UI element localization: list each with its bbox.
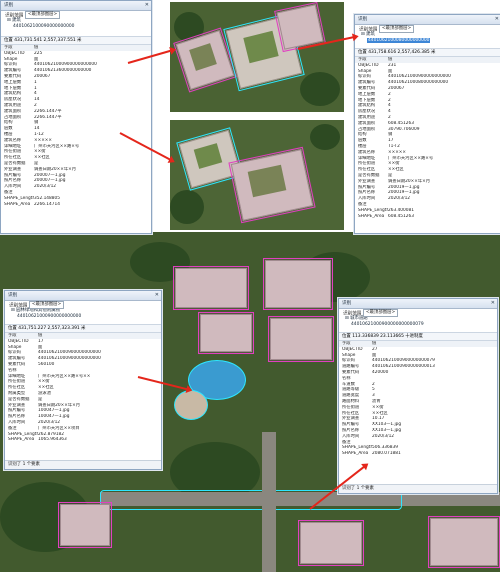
- identify-window: 识别 ✕ 识别范围 <最顶部图层> ⊟ 建筑 44010621000900000…: [0, 0, 152, 234]
- identify-range-row: 识别范围 <最顶部图层>: [5, 301, 161, 309]
- identify-range-label: 识别范围: [359, 27, 378, 33]
- tree-child-label: 4401062100080000000000: [367, 38, 431, 43]
- attribute-field: SHAPE_Area: [4, 201, 31, 207]
- attribute-field: SHAPE_Area: [342, 451, 369, 457]
- window-title: 识别: [8, 293, 18, 298]
- identify-range-row: 识别范围 <最顶部图层>: [1, 11, 151, 19]
- tree-cluster: [170, 190, 204, 224]
- attribute-table: 字段值 OBJECTID 27 Shape 面标识码 440106210009000000…: [339, 341, 497, 457]
- window-title-bar: 识别 ✕: [5, 291, 161, 301]
- attribute-value: 2266.14714: [34, 201, 60, 207]
- close-icon[interactable]: ✕: [495, 15, 499, 24]
- tree-child-label: 4401062100090000000000: [13, 24, 75, 29]
- building-outline: [263, 258, 333, 310]
- position-bar: 位置 113.336839 23.113665 十进制度: [339, 332, 497, 341]
- close-icon[interactable]: ✕: [155, 291, 159, 300]
- attribute-row[interactable]: SHAPE_Area 608.451263: [355, 214, 500, 220]
- tree-child-label: 44010621000900000000000079: [351, 322, 424, 327]
- position-value: 431,758.616 2,557,426.385 米: [368, 50, 436, 55]
- close-icon[interactable]: ✕: [491, 299, 495, 308]
- identify-range-label: 识别范围: [343, 311, 362, 317]
- attribute-value: 1065.964363: [38, 437, 67, 443]
- building-outline: [298, 520, 364, 566]
- window-title-bar: 识别 ✕: [1, 1, 151, 11]
- window-title-bar: 识别 ✕: [339, 299, 497, 309]
- status-bar: 识别了 1 个要素: [339, 484, 497, 493]
- identify-range-select[interactable]: <最顶部图层>: [378, 25, 415, 33]
- position-bar: 位置 431,758.616 2,557,426.385 米: [355, 48, 500, 57]
- building-outline: [428, 516, 500, 568]
- attribute-row[interactable]: SHAPE_Area 1065.964363: [5, 437, 161, 443]
- tree-child[interactable]: 44010621000900000000000079: [339, 322, 497, 328]
- building-outline: [268, 316, 334, 362]
- attribute-table: 字段值 OBJECTID 17 Shape 面标识码 440106210009000000…: [5, 333, 161, 443]
- road: [262, 432, 276, 572]
- identify-range-select[interactable]: <最顶部图层>: [362, 309, 399, 317]
- window-title-bar: 识别 ✕: [355, 15, 500, 25]
- building-outline: [228, 146, 316, 224]
- window-title: 识别: [342, 301, 352, 306]
- building-outline: [58, 502, 112, 548]
- attribute-table: 字段值 OBJECTID 225 Shape 面标识码 44010621000900000…: [1, 45, 151, 207]
- position-value: 431,731.541 2,557,337.551 米: [14, 38, 82, 43]
- attribute-value: 2080.071881: [372, 451, 401, 457]
- identify-window: 识别 ✕ 识别范围 <最顶部图层> ⊟ 园林绿地和其他附属物 440106210…: [4, 290, 162, 470]
- tree-child[interactable]: 44010621000900000000000: [5, 314, 161, 320]
- window-title: 识别: [4, 3, 14, 8]
- position-label: 位置: [358, 50, 367, 55]
- attribute-row[interactable]: SHAPE_Area 2080.071881: [339, 451, 497, 457]
- status-bar: 识别了 1 个要素: [5, 460, 161, 469]
- close-icon[interactable]: ✕: [145, 1, 149, 10]
- tree-cluster: [310, 124, 340, 150]
- position-label: 位置: [4, 38, 13, 43]
- window-title: 识别: [358, 17, 368, 22]
- building-outline: [198, 312, 254, 354]
- identify-range-label: 识别范围: [9, 303, 28, 309]
- attribute-field: SHAPE_Area: [8, 437, 35, 443]
- attribute-table: 字段值 OBJECTID 231 Shape 面标识码 44010621000900000…: [355, 57, 500, 219]
- identify-range-select[interactable]: <最顶部图层>: [24, 11, 61, 19]
- tree-child[interactable]: 4401062100080000000000: [355, 38, 500, 44]
- position-label: 位置: [8, 326, 17, 331]
- attribute-field: SHAPE_Area: [358, 213, 385, 219]
- building-outline: [173, 266, 249, 310]
- attribute-row[interactable]: SHAPE_Area 2266.14714: [1, 202, 151, 208]
- attribute-value: 608.451263: [388, 213, 414, 219]
- aerial-image-middle: [170, 120, 344, 230]
- identify-range-row: 识别范围 <最顶部图层>: [339, 309, 497, 317]
- tree-child[interactable]: 4401062100090000000000: [1, 24, 151, 30]
- aerial-image-top: [170, 2, 344, 112]
- tree-child-label: 44010621000900000000000: [17, 314, 82, 319]
- position-bar: 位置 431,751.227 2,557,323.391 米: [5, 324, 161, 333]
- tree-cluster: [300, 72, 340, 106]
- identify-range-select[interactable]: <最顶部图层>: [28, 301, 65, 309]
- identify-window: 识别 ✕ 识别范围 <最顶部图层> ⊟ 建筑 44010621000800000…: [354, 14, 500, 234]
- position-value: 113.336839 23.113665 十进制度: [352, 334, 423, 339]
- position-label: 位置: [342, 334, 351, 339]
- identify-range-row: 识别范围 <最顶部图层>: [355, 25, 500, 33]
- position-value: 431,751.227 2,557,323.391 米: [18, 326, 86, 331]
- identify-range-label: 识别范围: [5, 13, 24, 19]
- position-bar: 位置 431,731.541 2,557,337.551 米: [1, 36, 151, 45]
